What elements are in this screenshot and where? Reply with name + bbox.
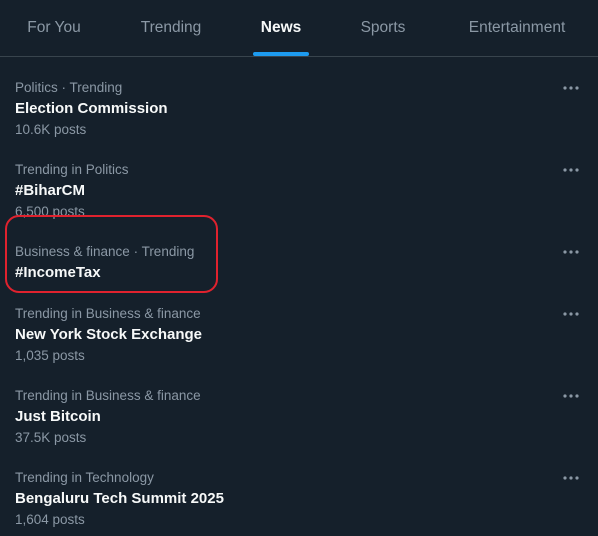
more-horizontal-icon xyxy=(563,250,579,254)
tab-sports[interactable]: Sports xyxy=(340,0,426,56)
tab-for-you[interactable]: For You xyxy=(0,0,108,56)
trend-context: Trending in Technology xyxy=(15,470,154,485)
more-options-button[interactable] xyxy=(556,162,586,178)
trend-context: Politics · Trending xyxy=(15,80,123,95)
trend-context: Trending in Business & finance xyxy=(15,306,201,321)
trend-item[interactable]: Politics · Trending Election Commission … xyxy=(0,64,598,146)
tab-entertainment[interactable]: Entertainment xyxy=(446,0,588,56)
trend-post-count: 10.6K posts xyxy=(15,122,87,137)
trend-title: #BiharCM xyxy=(15,182,86,199)
trend-title: Just Bitcoin xyxy=(15,408,101,425)
more-horizontal-icon xyxy=(563,168,579,172)
trend-context: Trending in Politics xyxy=(15,162,129,177)
trend-item[interactable]: Trending in Technology Bengaluru Tech Su… xyxy=(0,454,598,536)
more-horizontal-icon xyxy=(563,312,579,316)
more-options-button[interactable] xyxy=(556,306,586,322)
more-horizontal-icon xyxy=(563,86,579,90)
more-horizontal-icon xyxy=(563,394,579,398)
more-horizontal-icon xyxy=(563,476,579,480)
trend-title: Bengaluru Tech Summit 2025 xyxy=(15,490,224,507)
trend-post-count: 1,035 posts xyxy=(15,348,85,363)
trend-post-count: 1,604 posts xyxy=(15,512,85,527)
trend-post-count: 6,500 posts xyxy=(15,204,85,219)
explore-news-page: For You Trending News Sports Entertainme… xyxy=(0,0,598,535)
trend-context: Trending in Business & finance xyxy=(15,388,201,403)
trend-post-count: 37.5K posts xyxy=(15,430,87,445)
trend-item[interactable]: Trending in Politics #BiharCM 6,500 post… xyxy=(0,146,598,228)
trend-title: #IncomeTax xyxy=(15,264,101,281)
trend-title: New York Stock Exchange xyxy=(15,326,203,343)
trend-item[interactable]: Trending in Business & finance New York … xyxy=(0,290,598,372)
trend-title: Election Commission xyxy=(15,100,168,117)
tab-trending[interactable]: Trending xyxy=(116,0,226,56)
explore-tabs: For You Trending News Sports Entertainme… xyxy=(0,0,598,57)
more-options-button[interactable] xyxy=(556,388,586,404)
trend-context: Business & finance · Trending xyxy=(15,244,195,259)
trend-item[interactable]: Trending in Business & finance Just Bitc… xyxy=(0,372,598,454)
tab-news[interactable]: News xyxy=(236,0,326,56)
active-tab-indicator xyxy=(253,52,309,56)
more-options-button[interactable] xyxy=(556,470,586,486)
more-options-button[interactable] xyxy=(556,80,586,96)
more-options-button[interactable] xyxy=(556,244,586,260)
